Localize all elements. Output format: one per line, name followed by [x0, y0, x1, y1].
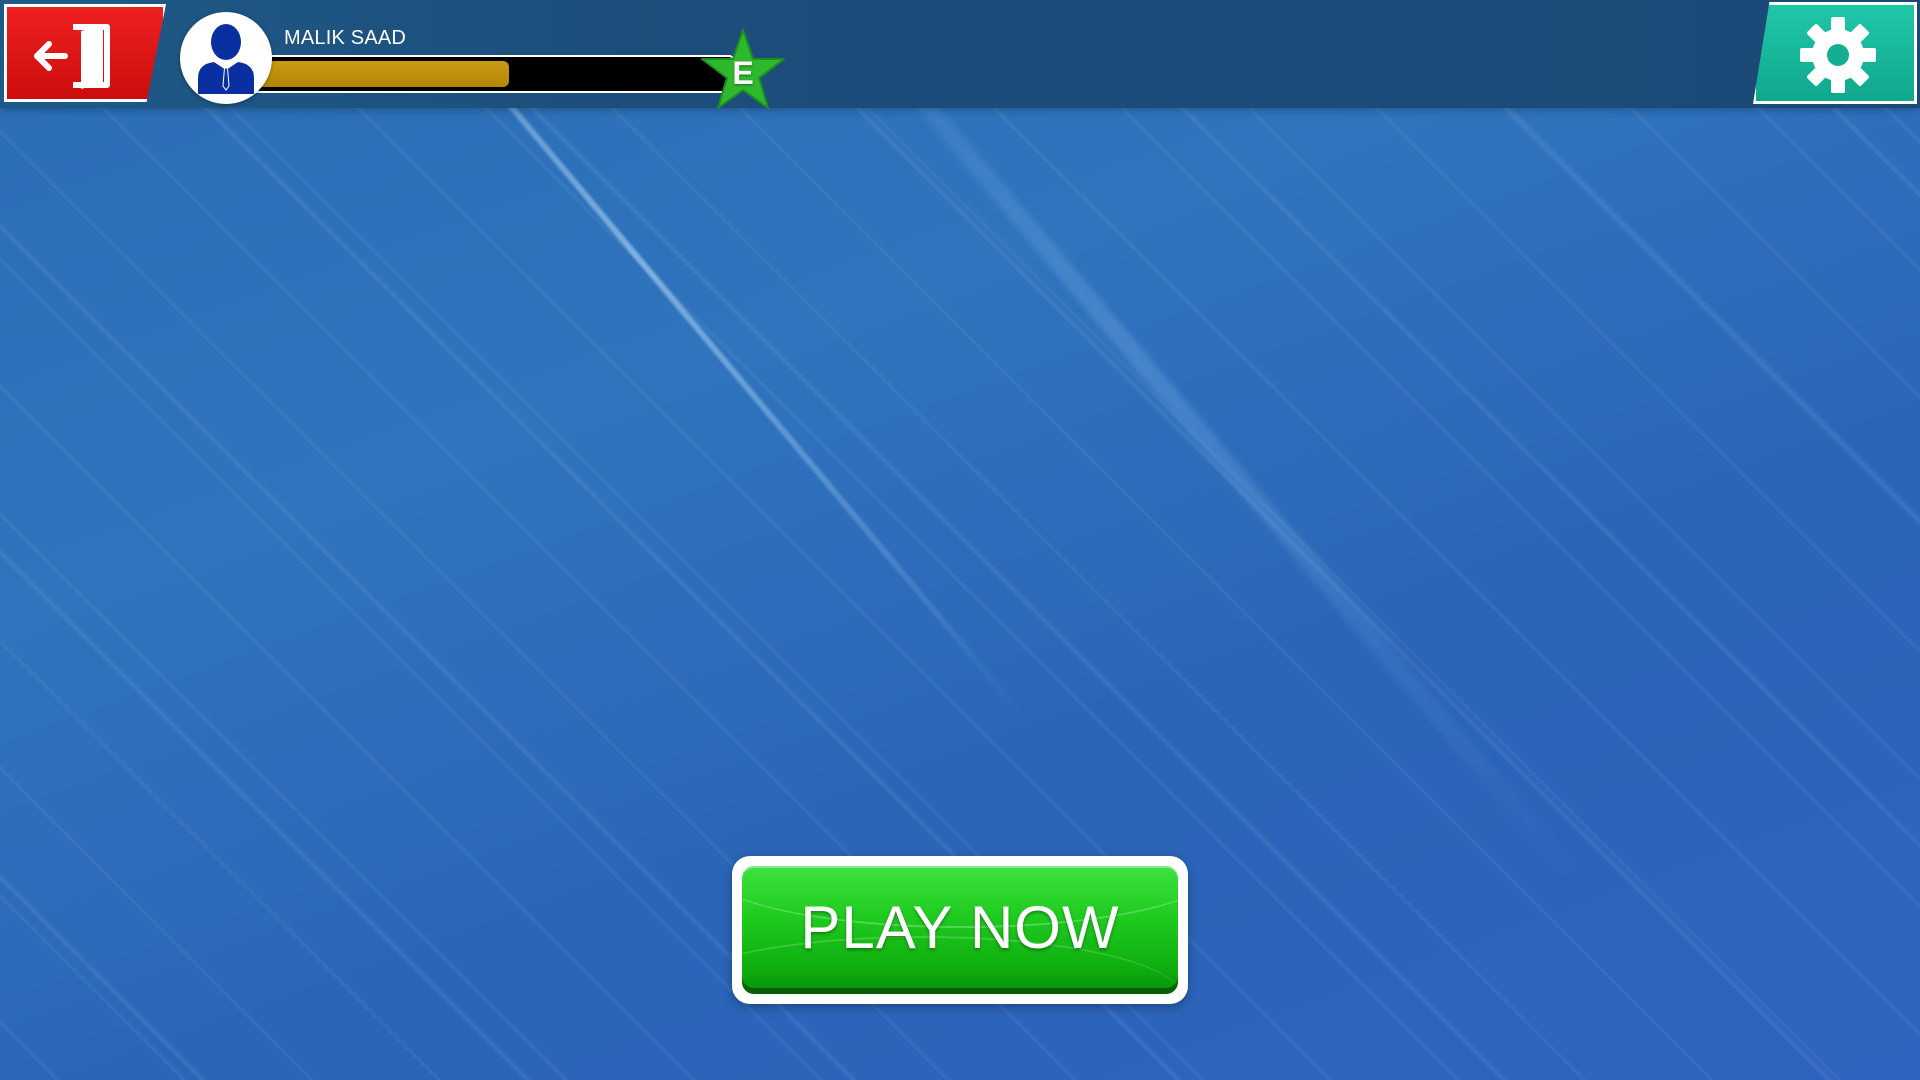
- player-avatar[interactable]: [180, 12, 272, 104]
- gear-icon: [1800, 17, 1876, 93]
- settings-button[interactable]: [1753, 2, 1917, 104]
- game-main-menu: MALIK SAAD E PLAY NOW: [0, 0, 1920, 1080]
- level-badge-letter: E: [732, 55, 754, 91]
- play-now-label: PLAY NOW: [800, 894, 1120, 961]
- play-now-button[interactable]: PLAY NOW: [732, 856, 1188, 1004]
- businessman-icon: [198, 24, 254, 94]
- xp-progress-bar: [255, 55, 735, 93]
- exit-button[interactable]: [4, 4, 166, 102]
- play-now-button-face: PLAY NOW: [742, 866, 1178, 994]
- background-soft-streak: [700, 0, 1678, 1000]
- background-light-streak: [250, 0, 1219, 950]
- player-name: MALIK SAAD: [284, 27, 407, 49]
- exit-door-icon: [34, 24, 110, 89]
- top-bar: MALIK SAAD E: [0, 0, 1920, 109]
- level-badge: E: [700, 28, 786, 114]
- xp-progress-fill: [257, 61, 509, 87]
